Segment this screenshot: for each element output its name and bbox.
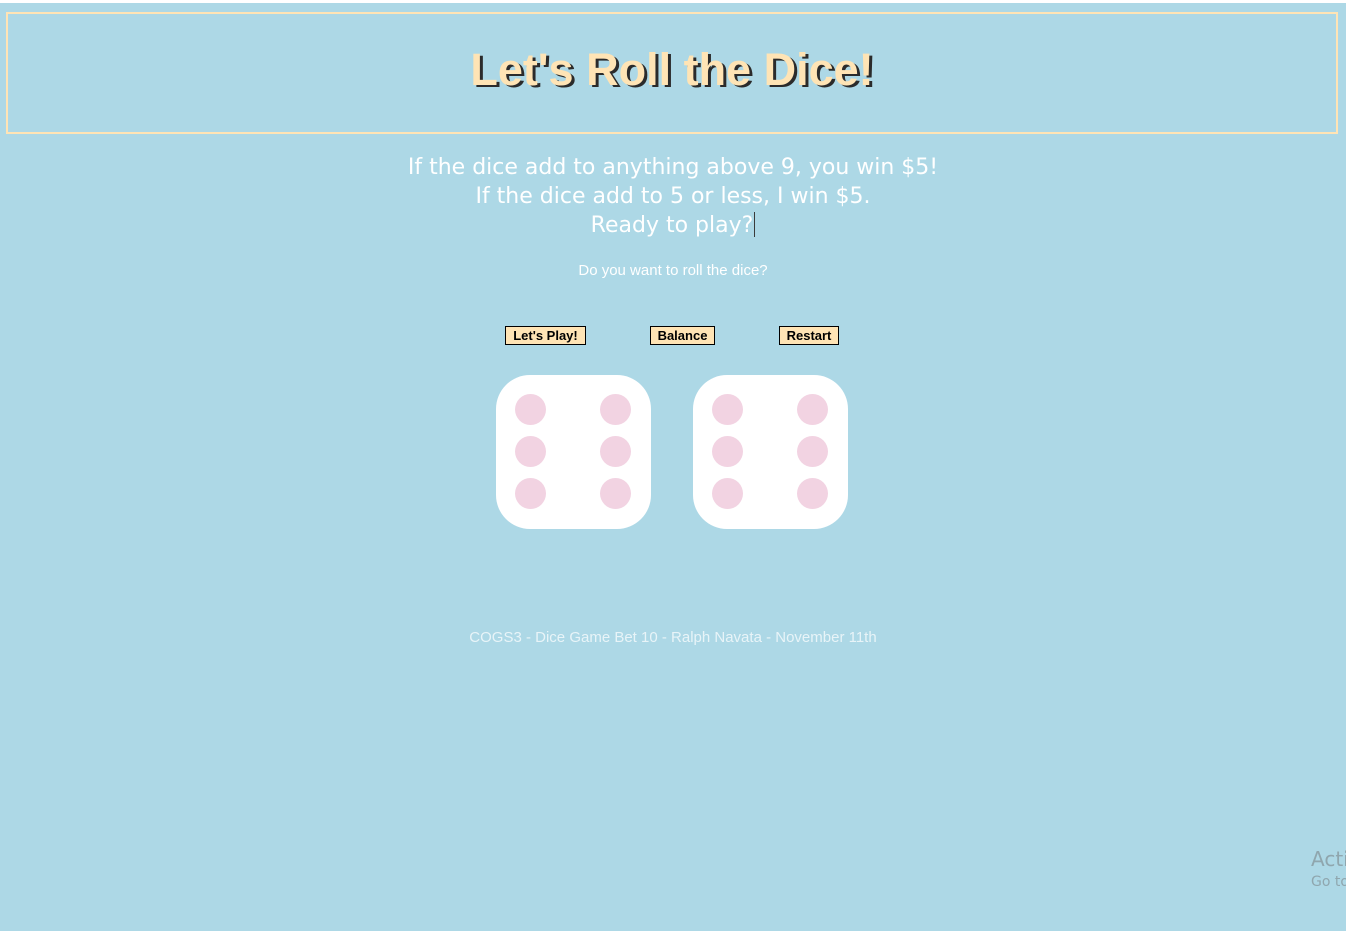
die-pip: [515, 436, 546, 467]
ready-line: Ready to play?: [0, 211, 1346, 240]
rule-line-lose: If the dice add to 5 or less, I win $5.: [475, 184, 871, 209]
watermark-title: Acti: [1311, 847, 1346, 871]
die-pip: [712, 478, 743, 509]
die-right: [693, 375, 848, 529]
page-title: Let's Roll the Dice!: [470, 44, 874, 95]
rules-text: If the dice add to anything above 9, you…: [0, 153, 1346, 240]
die-pip: [797, 436, 828, 467]
roll-question: Do you want to roll the dice?: [578, 262, 768, 279]
die-pip: [712, 436, 743, 467]
die-pip: [712, 394, 743, 425]
header-banner: Let's Roll the Dice!: [6, 12, 1338, 134]
die-pip: [600, 478, 631, 509]
ready-text: Ready to play?: [590, 213, 754, 238]
die-pip: [515, 478, 546, 509]
text-caret: [754, 212, 756, 237]
balance-button[interactable]: Balance: [650, 326, 715, 345]
footer-credit: COGS3 - Dice Game Bet 10 - Ralph Navata …: [469, 629, 877, 646]
die-left: [496, 375, 651, 529]
activation-watermark: Acti Go to: [1311, 846, 1346, 892]
restart-button[interactable]: Restart: [779, 326, 839, 345]
play-button[interactable]: Let's Play!: [505, 326, 586, 345]
watermark-subtitle: Go to: [1311, 874, 1346, 890]
die-pip: [600, 436, 631, 467]
die-pip: [600, 394, 631, 425]
page: Let's Roll the Dice! If the dice add to …: [0, 0, 1346, 931]
rule-line-win: If the dice add to anything above 9, you…: [407, 155, 939, 180]
die-pip: [797, 394, 828, 425]
top-strip: [0, 0, 1346, 3]
die-pip: [797, 478, 828, 509]
die-pip: [515, 394, 546, 425]
